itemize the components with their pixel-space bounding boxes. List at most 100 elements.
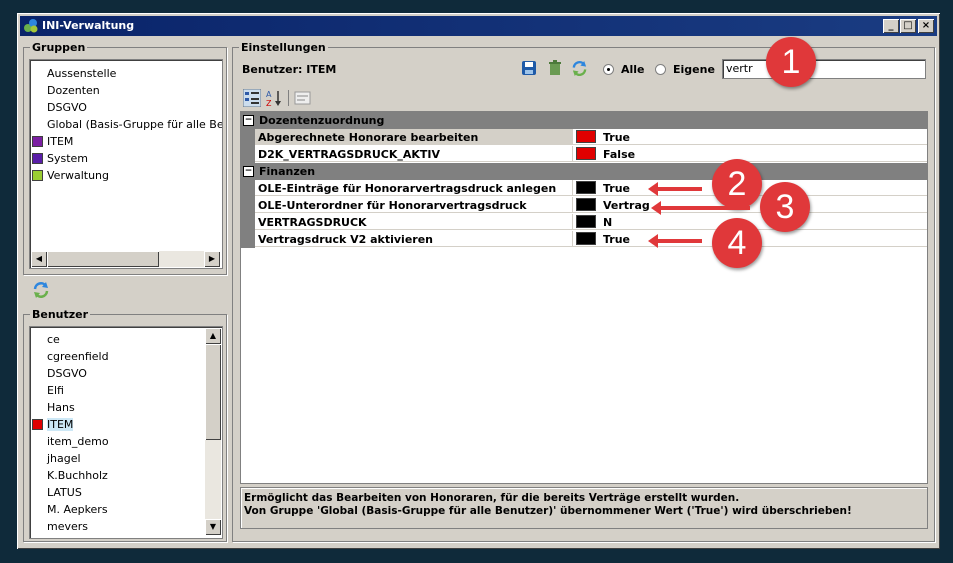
description-line-1: Ermöglicht das Bearbeiten von Honoraren,… xyxy=(244,492,740,504)
users-item-label: LATUS xyxy=(47,486,82,499)
annotation-badge-2: 2 xyxy=(712,159,762,209)
property-name: Vertragsdruck V2 aktivieren xyxy=(255,231,573,247)
sort-az-icon[interactable]: A Z xyxy=(265,89,283,107)
property-name: Abgerechnete Honorare bearbeiten xyxy=(255,129,573,145)
color-swatch xyxy=(32,419,43,430)
property-row[interactable]: OLE-Unterordner für Honorarvertragsdruck… xyxy=(241,197,927,214)
annotation-arrow-2 xyxy=(648,182,702,196)
users-vscrollbar[interactable]: ▲ ▼ xyxy=(205,328,221,535)
users-list-item[interactable]: K.Buchholz xyxy=(30,467,222,484)
maximize-button[interactable]: □ xyxy=(900,19,916,33)
property-value-text: Vertrag xyxy=(603,199,650,212)
grid-toolbar: A Z xyxy=(240,88,926,108)
category-row[interactable]: − Dozentenzuordnung xyxy=(241,112,927,129)
property-row[interactable]: Vertragsdruck V2 aktivieren True xyxy=(241,231,927,248)
categorized-icon[interactable] xyxy=(243,89,261,107)
groups-legend: Gruppen xyxy=(32,41,86,54)
row-gutter xyxy=(241,197,255,214)
users-item-label: M. Aepkers xyxy=(47,503,108,516)
property-row[interactable]: D2K_VERTRAGSDRUCK_AKTIV False xyxy=(241,146,927,163)
svg-text:Z: Z xyxy=(266,99,272,107)
property-value[interactable]: False xyxy=(573,146,927,162)
settings-legend: Einstellungen xyxy=(241,41,326,54)
radio-eigene[interactable] xyxy=(655,64,666,75)
close-button[interactable]: × xyxy=(918,19,934,33)
color-swatch xyxy=(576,130,596,143)
annotation-arrow-3 xyxy=(651,201,750,215)
groups-list-item[interactable]: Global (Basis-Gruppe für alle Benutzer) xyxy=(30,116,222,133)
radio-alle-label[interactable]: Alle xyxy=(621,63,645,76)
scroll-thumb[interactable] xyxy=(47,251,159,267)
users-list-item[interactable]: Elfi xyxy=(30,382,222,399)
radio-alle[interactable] xyxy=(603,64,614,75)
users-list-item[interactable]: cgreenfield xyxy=(30,348,222,365)
property-row[interactable]: OLE-Einträge für Honorarvertragsdruck an… xyxy=(241,180,927,197)
collapse-toggle[interactable]: − xyxy=(243,166,254,177)
users-item-label: ITEM xyxy=(47,418,74,431)
users-list[interactable]: ce cgreenfield DSGVO Elfi Hans ITEM item_demoj… xyxy=(29,326,223,539)
property-value-text: True xyxy=(603,233,631,246)
property-value[interactable]: True xyxy=(573,129,927,145)
delete-icon[interactable] xyxy=(547,60,563,76)
users-item-label: K.Buchholz xyxy=(47,469,108,482)
search-input[interactable]: vertr xyxy=(722,59,926,79)
groups-hscrollbar[interactable]: ◀ ▶ xyxy=(31,251,220,267)
users-list-item[interactable]: LATUS xyxy=(30,484,222,501)
groups-item-label: Verwaltung xyxy=(47,169,109,182)
annotation-badge-1: 1 xyxy=(766,37,816,87)
groups-list-item[interactable]: DSGVO xyxy=(30,99,222,116)
users-list-item[interactable]: Hans xyxy=(30,399,222,416)
property-name: OLE-Unterordner für Honorarvertragsdruck xyxy=(255,197,573,213)
radio-eigene-label[interactable]: Eigene xyxy=(673,63,715,76)
refresh-icon[interactable] xyxy=(571,60,588,77)
users-legend: Benutzer xyxy=(32,308,89,321)
users-list-item[interactable]: item_demo xyxy=(30,433,222,450)
users-list-item[interactable]: M. Aepkers xyxy=(30,501,222,518)
annotation-badge-4: 4 xyxy=(712,218,762,268)
property-pages-icon[interactable] xyxy=(294,90,311,106)
groups-list-item[interactable]: Aussenstelle xyxy=(30,65,222,82)
row-gutter xyxy=(241,180,255,197)
property-name: VERTRAGSDRUCK xyxy=(255,214,573,230)
property-grid[interactable]: − Dozentenzuordnung Abgerechnete Honorar… xyxy=(240,111,928,484)
scroll-thumb[interactable] xyxy=(205,344,221,440)
scroll-left-button[interactable]: ◀ xyxy=(31,251,47,267)
users-list-item[interactable]: jhagel xyxy=(30,450,222,467)
row-gutter xyxy=(241,146,255,163)
row-gutter xyxy=(241,214,255,231)
users-list-item[interactable]: ce xyxy=(30,331,222,348)
color-swatch xyxy=(32,136,43,147)
property-row[interactable]: VERTRAGSDRUCK N xyxy=(241,214,927,231)
property-value-text: N xyxy=(603,216,613,229)
groups-item-label: Dozenten xyxy=(47,84,100,97)
scroll-up-button[interactable]: ▲ xyxy=(205,328,221,344)
users-item-label: cgreenfield xyxy=(47,350,109,363)
collapse-toggle[interactable]: − xyxy=(243,115,254,126)
users-item-label: jhagel xyxy=(47,452,81,465)
category-row[interactable]: − Finanzen xyxy=(241,163,927,180)
groups-list-item[interactable]: ITEM xyxy=(30,133,222,150)
groups-list[interactable]: Aussenstelle Dozenten DSGVO Global (Basis-G… xyxy=(29,59,223,269)
user-label: Benutzer: ITEM xyxy=(242,63,337,76)
users-list-item[interactable]: ITEM xyxy=(30,416,222,433)
groups-list-item[interactable]: Verwaltung xyxy=(30,167,222,184)
users-list-item[interactable]: mevers xyxy=(30,518,222,535)
property-value-text: True xyxy=(603,182,631,195)
refresh-icon[interactable] xyxy=(32,281,50,299)
users-item-label: mevers xyxy=(47,520,89,533)
title-bar[interactable]: INI-Verwaltung _ □ × xyxy=(20,16,937,36)
save-icon[interactable] xyxy=(521,60,537,76)
users-item-label: Elfi xyxy=(47,384,64,397)
groups-item-label: Global (Basis-Gruppe für alle Benutzer) xyxy=(47,118,223,131)
users-list-item[interactable]: DSGVO xyxy=(30,365,222,382)
property-value-text: False xyxy=(603,148,636,161)
annotation-arrow-4 xyxy=(648,234,702,248)
color-swatch xyxy=(32,153,43,164)
property-row[interactable]: Abgerechnete Honorare bearbeiten True xyxy=(241,129,927,146)
minimize-button[interactable]: _ xyxy=(883,19,899,33)
color-swatch xyxy=(576,181,596,194)
groups-list-item[interactable]: System xyxy=(30,150,222,167)
scroll-down-button[interactable]: ▼ xyxy=(205,519,221,535)
groups-list-item[interactable]: Dozenten xyxy=(30,82,222,99)
scroll-right-button[interactable]: ▶ xyxy=(204,251,220,267)
